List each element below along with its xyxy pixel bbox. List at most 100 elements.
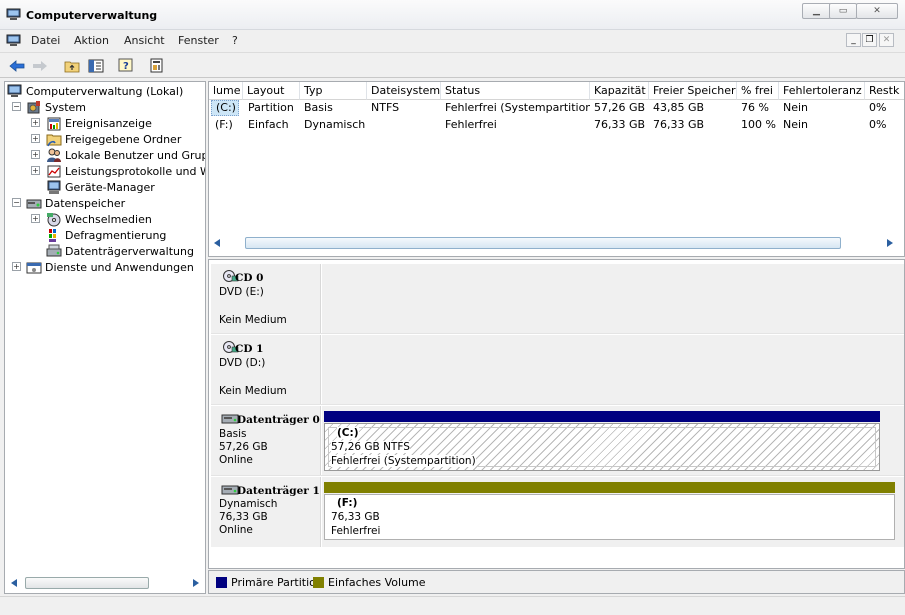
cell-kapazitaet: 57,26 GB: [594, 101, 646, 114]
removable-media-icon: [47, 212, 61, 226]
tree-item-system[interactable]: System: [26, 99, 86, 115]
child-close-button[interactable]: ✕: [879, 33, 894, 47]
collapse-datenspeicher-toggle[interactable]: −: [12, 198, 21, 207]
disk-row-cd0[interactable]: CD 0 DVD (E:) Kein Medium: [211, 264, 904, 334]
legend-label-primary: Primäre Partition: [231, 576, 323, 589]
tree-item-lokale-benutzer[interactable]: Lokale Benutzer und Grupp: [46, 147, 205, 163]
disk-info: CD 0 DVD (E:) Kein Medium: [211, 264, 321, 333]
empty-media-area: [322, 264, 904, 333]
svg-text:?: ?: [123, 61, 129, 72]
column-header-layout[interactable]: Layout: [243, 82, 300, 100]
tree-item-dienste-und-anwendungen[interactable]: Dienste und Anwendungen: [26, 259, 194, 275]
expand-ereignisanzeige-toggle[interactable]: +: [31, 118, 40, 127]
expand-lokale-benutzer-toggle[interactable]: +: [31, 150, 40, 159]
cell-freier-speicher: 43,85 GB: [653, 101, 705, 114]
storage-icon: [26, 199, 42, 208]
menu-help[interactable]: ?: [232, 34, 238, 47]
tree-label: Wechselmedien: [65, 212, 152, 226]
computer-icon: [7, 84, 22, 97]
up-folder-button[interactable]: [62, 56, 82, 75]
forward-button[interactable]: [30, 56, 50, 75]
toolbar: ?: [0, 52, 905, 78]
disk-row-datentraeger-0[interactable]: Datenträger 0 Basis 57,26 GB Online (C:)…: [211, 406, 904, 476]
tree-label: Datenträgerverwaltung: [65, 244, 194, 258]
close-button[interactable]: ✕: [856, 3, 898, 19]
legend: Primäre Partition Einfaches Volume: [208, 570, 905, 594]
disk-status: Online: [219, 454, 253, 466]
tree-item-defragmentierung[interactable]: Defragmentierung: [46, 227, 166, 243]
tree-item-leistungsprotokolle[interactable]: Leistungsprotokolle und W: [46, 163, 205, 179]
disk-graphical-view: CD 0 DVD (E:) Kein Medium CD 1 DVD (D:) …: [208, 259, 905, 569]
disk-info: Datenträger 1 Dynamisch 76,33 GB Online: [211, 477, 321, 547]
cell-status: Fehlerfrei: [445, 118, 497, 131]
disk-type: Dynamisch: [219, 498, 278, 510]
list-horizontal-scrollbar[interactable]: [209, 235, 904, 251]
column-header-kapazitaet[interactable]: Kapazität: [590, 82, 649, 100]
disk-name: CD 1: [235, 343, 264, 355]
column-header-status[interactable]: Status: [441, 82, 590, 100]
disk-status: Kein Medium: [219, 385, 287, 397]
tree-horizontal-scrollbar[interactable]: [5, 575, 205, 591]
tree-label: Dienste und Anwendungen: [45, 260, 194, 274]
tree-label: Datenspeicher: [45, 196, 126, 210]
child-restore-button[interactable]: ❐: [862, 33, 877, 47]
table-row[interactable]: (F:) Einfach Dynamisch Fehlerfrei 76,33 …: [209, 117, 904, 133]
cell-typ: Dynamisch: [304, 118, 366, 131]
disk-row-cd1[interactable]: CD 1 DVD (D:) Kein Medium: [211, 335, 904, 405]
help-button[interactable]: ?: [116, 56, 136, 75]
volume-area: (F:) 76,33 GB Fehlerfrei: [322, 477, 904, 547]
cell-layout: Partition: [248, 101, 294, 114]
column-header-freier-speicher[interactable]: Freier Speicher: [649, 82, 737, 100]
cell-fehlertoleranz: Nein: [783, 101, 809, 114]
list-scroll-thumb[interactable]: [245, 237, 841, 249]
column-header-typ[interactable]: Typ: [300, 82, 367, 100]
show-hide-tree-button[interactable]: [86, 56, 106, 75]
window-title: Computerverwaltung: [26, 9, 158, 22]
menu-ansicht[interactable]: Ansicht: [124, 34, 165, 47]
expand-freigegebene-ordner-toggle[interactable]: +: [31, 134, 40, 143]
disk-row-datentraeger-1[interactable]: Datenträger 1 Dynamisch 76,33 GB Online …: [211, 477, 904, 547]
back-arrow-icon: [9, 59, 25, 72]
tree-item-ereignisanzeige[interactable]: Ereignisanzeige: [46, 115, 152, 131]
column-header-volume[interactable]: lume: [209, 82, 243, 100]
minimize-button[interactable]: ▁: [802, 3, 831, 19]
column-header-dateisystem[interactable]: Dateisystem: [367, 82, 441, 100]
help-icon: ?: [118, 58, 133, 72]
disk-info: Datenträger 0 Basis 57,26 GB Online: [211, 406, 321, 475]
disk-name: Datenträger 0: [237, 414, 320, 426]
expand-wechselmedien-toggle[interactable]: +: [31, 214, 40, 223]
cell-restkapazitaet: 0%: [869, 118, 887, 131]
scroll-right-icon: [887, 239, 893, 247]
volume-c[interactable]: (C:) 57,26 GB NTFS Fehlerfrei (Systempar…: [324, 423, 880, 471]
collapse-system-toggle[interactable]: −: [12, 102, 21, 111]
expand-dienste-toggle[interactable]: +: [12, 262, 21, 271]
volume-f[interactable]: (F:) 76,33 GB Fehlerfrei: [324, 494, 895, 540]
disk-management-icon: [46, 244, 62, 256]
expand-leistungsprotokolle-toggle[interactable]: +: [31, 166, 40, 175]
tree-item-geraete-manager[interactable]: Geräte-Manager: [46, 179, 155, 195]
tree-item-datentraegerverwaltung[interactable]: Datenträgerverwaltung: [46, 243, 194, 259]
child-minimize-button[interactable]: _: [846, 33, 861, 47]
tree-scroll-thumb[interactable]: [25, 577, 149, 589]
tree-item-computerverwaltung[interactable]: Computerverwaltung (Lokal): [7, 83, 183, 99]
back-button[interactable]: [7, 56, 27, 75]
disk-name: Datenträger 1: [237, 485, 320, 497]
tree-item-freigegebene-ordner[interactable]: Freigegebene Ordner: [46, 131, 181, 147]
volume-list: lume Layout Typ Dateisystem Status Kapaz…: [208, 81, 905, 257]
column-header-prozent-frei[interactable]: % frei: [737, 82, 779, 100]
disk-type: DVD (D:): [219, 357, 266, 369]
tree-item-datenspeicher[interactable]: Datenspeicher: [26, 195, 125, 211]
menu-aktion[interactable]: Aktion: [74, 34, 109, 47]
column-header-fehlertoleranz[interactable]: Fehlertoleranz: [779, 82, 865, 100]
column-header-restkapazitaet[interactable]: Restk: [865, 82, 904, 100]
computer-icon: [6, 34, 21, 46]
forward-arrow-icon: [33, 60, 47, 71]
menu-datei[interactable]: Datei: [31, 34, 60, 47]
maximize-button[interactable]: ▭: [829, 3, 857, 19]
disk-size: 57,26 GB: [219, 441, 268, 453]
tree-label: Geräte-Manager: [65, 180, 155, 194]
table-row[interactable]: (C:) Partition Basis NTFS Fehlerfrei (Sy…: [209, 100, 904, 116]
properties-button[interactable]: [147, 56, 167, 75]
menu-fenster[interactable]: Fenster: [178, 34, 219, 47]
tree-item-wechselmedien[interactable]: Wechselmedien: [46, 211, 152, 227]
